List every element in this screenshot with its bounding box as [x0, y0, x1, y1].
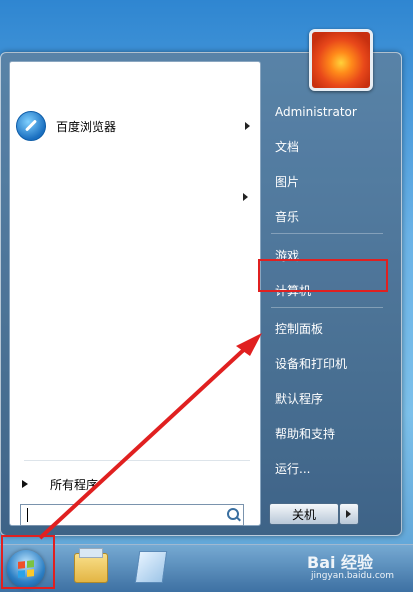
annotation-arrow: [38, 333, 262, 540]
annotation-arrow-line: [38, 342, 252, 540]
